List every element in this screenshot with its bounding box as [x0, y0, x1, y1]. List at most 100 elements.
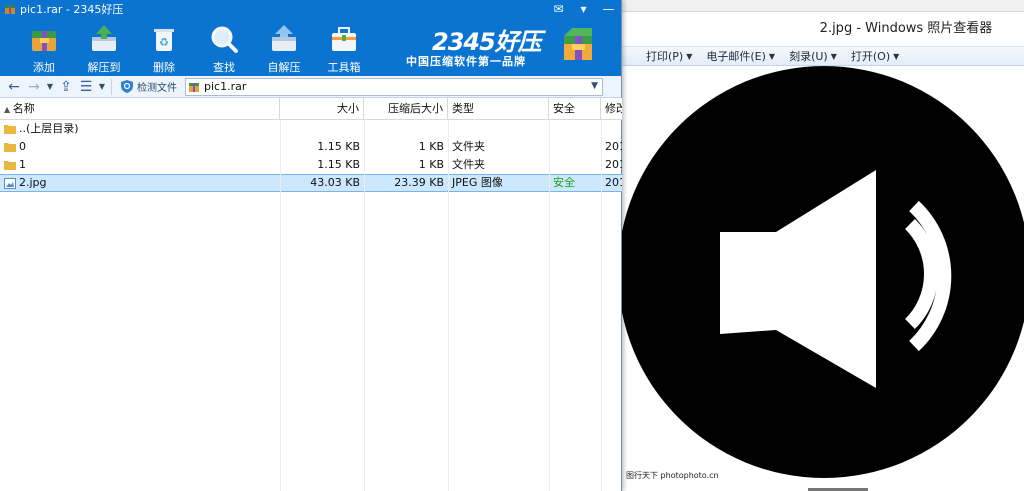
screen: 2.jpg - Windows 照片查看器 打印(P) ▼ 电子邮件(E) ▼ 刻录…: [0, 0, 1024, 491]
viewer-top-strip: [618, 0, 1024, 12]
add-archive-icon: [26, 21, 62, 57]
viewer-image-canvas[interactable]: 图行天下 photophoto.cn: [618, 66, 1024, 491]
viewer-menu-open-label: 打开(O): [850, 50, 891, 63]
viewer-menu-print-label: 打印(P): [646, 50, 684, 63]
row-safety: [549, 156, 601, 174]
row-safety: [549, 138, 601, 156]
up-folder-icon[interactable]: ⇪: [56, 77, 76, 97]
chevron-down-icon: ▼: [830, 51, 837, 61]
archive-box-icon: [564, 28, 592, 60]
row-size: [280, 120, 364, 138]
row-compressed-size: 23.39 KB: [394, 176, 444, 189]
row-size: 1.15 KB: [317, 158, 360, 171]
path-dropdown-icon[interactable]: ▼: [591, 81, 598, 91]
row-safety: [549, 120, 601, 138]
row-type: [448, 120, 549, 138]
minimize-button[interactable]: —: [596, 0, 621, 18]
viewer-menu-email-label: 电子邮件(E): [706, 50, 766, 63]
viewer-menu-burn[interactable]: 刻录(U) ▼: [789, 48, 837, 64]
address-bar: ← → ▼ ⇪ ☰ ▼ 检测文件 pic1.rar ▼: [0, 76, 621, 98]
photo-viewer-window: 2.jpg - Windows 照片查看器 打印(P) ▼ 电子邮件(E) ▼ 刻录…: [618, 0, 1024, 491]
view-dropdown-icon[interactable]: ▼: [96, 82, 108, 91]
chevron-down-icon: ▼: [686, 51, 693, 61]
toolbox-label: 工具箱: [327, 61, 361, 74]
table-row-selected[interactable]: 2.jpg 43.03 KB 23.39 KB JPEG 图像 安全 201: [0, 174, 622, 192]
folder-icon: [4, 161, 16, 170]
row-size: 43.03 KB: [310, 176, 360, 189]
forward-arrow-icon[interactable]: →: [24, 77, 44, 97]
row-name-cell: 2.jpg: [0, 174, 280, 192]
row-name-cell: 1: [0, 156, 280, 174]
search-label: 查找: [213, 61, 235, 74]
chevron-down-icon: ▼: [893, 51, 900, 61]
table-row[interactable]: 1 1.15 KB 1 KB 文件夹 201: [0, 156, 622, 174]
svg-text:♻: ♻: [159, 36, 169, 49]
toolbar-separator: [111, 78, 112, 95]
viewer-menu-burn-label: 刻录(U): [789, 50, 828, 63]
path-text: pic1.rar: [204, 80, 247, 93]
row-modified: 201: [605, 158, 622, 171]
archive-file-icon: [189, 82, 199, 92]
back-arrow-icon[interactable]: ←: [4, 77, 24, 97]
row-type: 文件夹: [452, 140, 485, 153]
column-name[interactable]: ▲ 名称: [0, 98, 280, 119]
row-modified: [601, 120, 622, 138]
toolbox-button[interactable]: 工具箱: [314, 18, 374, 76]
row-compressed-size: [364, 120, 448, 138]
file-list: ▲ 名称 大小 压缩后大小 类型 安全 修改 ..(上层目录) 0 1.15 K…: [0, 98, 622, 491]
viewer-menu-email[interactable]: 电子邮件(E) ▼: [706, 48, 775, 64]
archive-toolbar: 添加 解压到 ♻ 删除 查找 自解压 工具箱 2345好压 中国压缩软件第一品牌: [0, 18, 621, 76]
search-button[interactable]: 查找: [194, 18, 254, 76]
path-input[interactable]: pic1.rar ▼: [185, 77, 603, 96]
row-name: 2.jpg: [19, 176, 47, 189]
column-modified[interactable]: 修改: [601, 98, 622, 119]
chevron-down-icon: ▼: [768, 51, 776, 61]
brand-banner: 2345好压 中国压缩软件第一品牌: [406, 22, 602, 74]
feedback-icon[interactable]: ✉: [546, 0, 571, 18]
table-row[interactable]: ..(上层目录): [0, 120, 622, 138]
viewer-menu-print[interactable]: 打印(P) ▼: [646, 48, 692, 64]
delete-icon: ♻: [146, 21, 182, 57]
table-row[interactable]: 0 1.15 KB 1 KB 文件夹 201: [0, 138, 622, 156]
row-name-cell: ..(上层目录): [0, 120, 280, 138]
column-compressed-size[interactable]: 压缩后大小: [364, 98, 448, 119]
row-name: 1: [19, 158, 26, 171]
scan-files-label: 检测文件: [137, 83, 177, 94]
toolbox-icon: [326, 21, 362, 57]
speaker-volume-icon: [618, 66, 1024, 478]
row-modified: 201: [605, 140, 622, 153]
folder-up-icon: [4, 125, 16, 134]
self-extract-label: 自解压: [267, 61, 301, 74]
column-name-label: 名称: [12, 102, 35, 115]
row-name-cell: 0: [0, 138, 280, 156]
add-button[interactable]: 添加: [14, 18, 74, 76]
column-safety[interactable]: 安全: [549, 98, 601, 119]
row-compressed-size: 1 KB: [418, 140, 444, 153]
self-extract-icon: [266, 21, 302, 57]
archive-window: pic1.rar - 2345好压 ✉ ▾ — 添加 解压到 ♻ 删除 查找 自…: [0, 0, 622, 491]
row-size: 1.15 KB: [317, 140, 360, 153]
row-name: ..(上层目录): [19, 122, 79, 135]
image-watermark: 图行天下 photophoto.cn: [626, 471, 719, 480]
viewer-menu-open[interactable]: 打开(O) ▼: [851, 48, 899, 64]
extract-to-icon: [86, 21, 122, 57]
image-file-icon: [4, 177, 16, 189]
brand-logo: 2345好压: [432, 28, 542, 56]
row-name: 0: [19, 140, 26, 153]
delete-button[interactable]: ♻ 删除: [134, 18, 194, 76]
self-extract-button[interactable]: 自解压: [254, 18, 314, 76]
menu-dropdown-icon[interactable]: ▾: [571, 0, 596, 18]
archive-title: pic1.rar - 2345好压: [20, 3, 124, 16]
brand-slogan: 中国压缩软件第一品牌: [406, 55, 526, 68]
column-size[interactable]: 大小: [280, 98, 364, 119]
scan-files-button[interactable]: 检测文件: [115, 79, 183, 94]
add-label: 添加: [33, 61, 55, 74]
history-dropdown-icon[interactable]: ▼: [44, 82, 56, 91]
row-type: 文件夹: [452, 158, 485, 171]
extract-to-button[interactable]: 解压到: [74, 18, 134, 76]
archive-titlebar[interactable]: pic1.rar - 2345好压 ✉ ▾ —: [0, 0, 621, 18]
viewer-menu-bar: 打印(P) ▼ 电子邮件(E) ▼ 刻录(U) ▼ 打开(O) ▼: [618, 46, 1024, 66]
column-type[interactable]: 类型: [448, 98, 549, 119]
view-list-icon[interactable]: ☰: [76, 77, 96, 97]
delete-label: 删除: [153, 61, 175, 74]
